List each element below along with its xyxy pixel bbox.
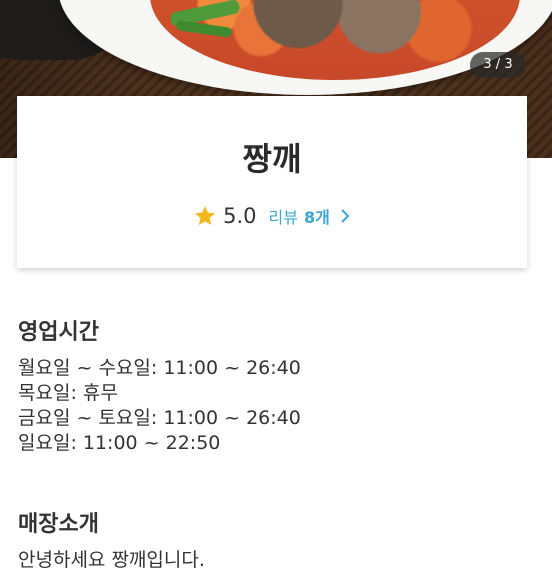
rating-value: 5.0 xyxy=(223,204,257,228)
star-icon xyxy=(195,206,216,225)
hours-line: 일요일: 11:00 ~ 22:50 xyxy=(18,432,221,454)
hours-line: 금요일 ~ 토요일: 11:00 ~ 26:40 xyxy=(18,407,301,429)
business-hours-list: 월요일 ~ 수요일: 11:00 ~ 26:40 목요일: 휴무 금요일 ~ 토… xyxy=(18,356,301,456)
store-intro-text: 안녕하세요 짱깨입니다. xyxy=(18,549,205,571)
store-info-card: 짱깨 5.0 리뷰 8개 xyxy=(17,96,527,268)
business-hours-title: 영업시간 xyxy=(18,320,99,345)
hours-line: 목요일: 휴무 xyxy=(18,382,118,404)
store-intro-title: 매장소개 xyxy=(18,512,99,537)
image-counter-badge: 3 / 3 xyxy=(470,52,526,78)
reviews-count: 8개 xyxy=(304,208,330,227)
rating-row: 5.0 리뷰 8개 xyxy=(17,200,527,232)
reviews-label: 리뷰 xyxy=(268,208,298,227)
reviews-link[interactable]: 리뷰 8개 xyxy=(269,204,351,228)
hours-line: 월요일 ~ 수요일: 11:00 ~ 26:40 xyxy=(18,357,301,379)
chevron-right-icon xyxy=(341,209,350,223)
store-name: 짱깨 xyxy=(242,140,302,178)
